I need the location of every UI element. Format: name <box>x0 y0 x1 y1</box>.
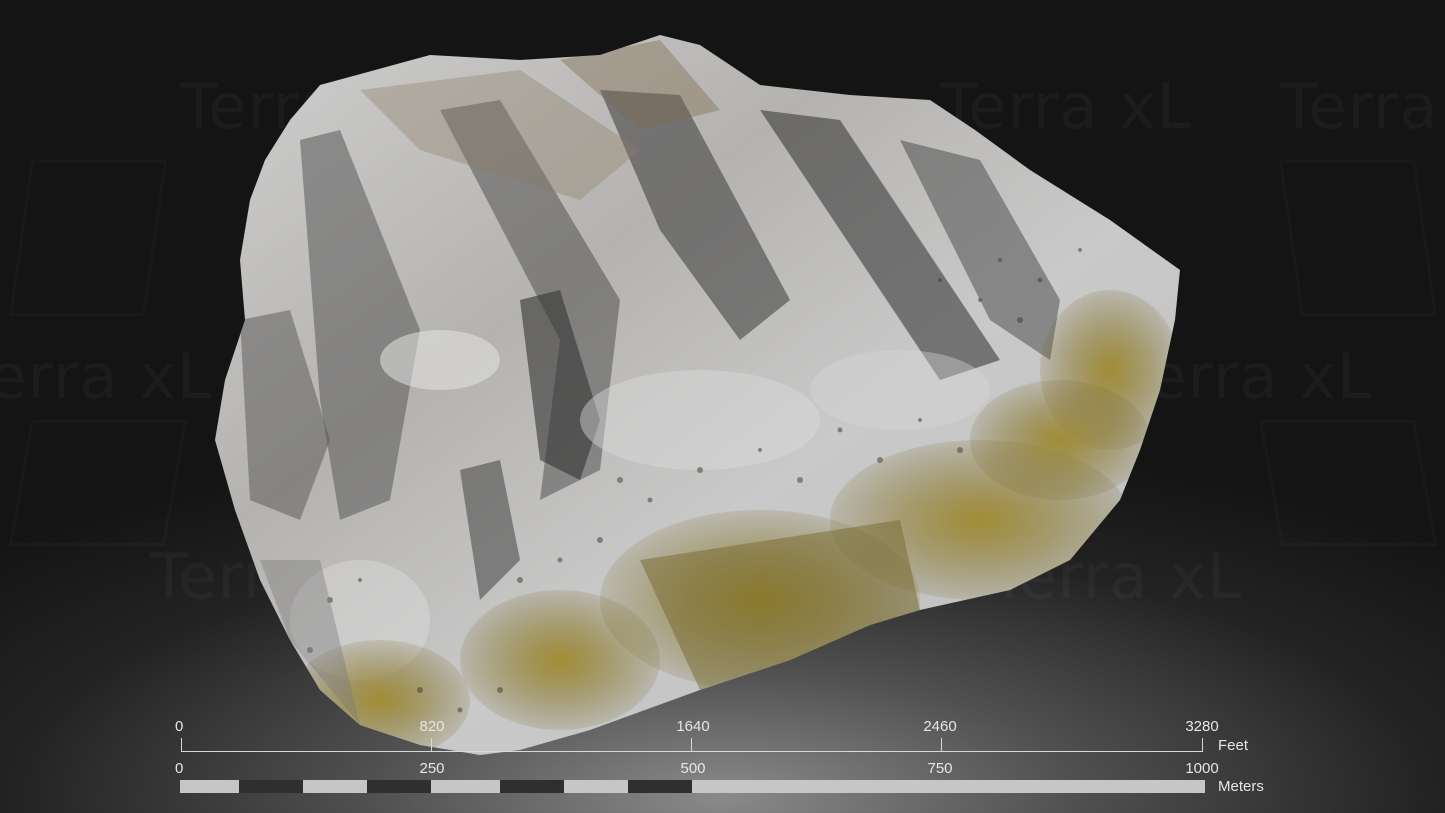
meters-bar-segment-dark <box>628 780 692 793</box>
meters-bar-segment-light <box>303 780 367 793</box>
feet-tick <box>181 738 182 752</box>
feet-tick-label: 1640 <box>676 718 710 735</box>
meters-tick-label: 750 <box>927 760 953 777</box>
terrain-model-render <box>215 35 1180 755</box>
meters-tick-label: 250 <box>419 760 445 777</box>
meters-bar-segment-dark <box>500 780 564 793</box>
feet-tick <box>1202 738 1203 752</box>
meters-tick-label: 500 <box>680 760 706 777</box>
feet-unit-label: Feet <box>1218 737 1249 754</box>
feet-tick <box>691 738 692 752</box>
feet-scale-line <box>181 751 1203 752</box>
feet-tick-label: 3280 <box>1185 718 1219 735</box>
feet-tick-label: 2460 <box>923 718 957 735</box>
meters-unit-label: Meters <box>1218 778 1264 795</box>
meters-scale-bar <box>180 780 1205 793</box>
meters-tick-label: 1000 <box>1185 760 1219 777</box>
meters-tick-label: 0 <box>175 760 184 777</box>
feet-tick <box>431 738 432 752</box>
meters-bar-segment-dark <box>367 780 431 793</box>
feet-tick-label: 820 <box>419 718 445 735</box>
meters-bar-segment-light <box>692 780 1205 793</box>
meters-bar-segment-dark <box>239 780 303 793</box>
meters-bar-segment-light <box>564 780 628 793</box>
meters-bar-segment-light <box>180 780 239 793</box>
feet-tick <box>941 738 942 752</box>
meters-bar-segment-light <box>431 780 500 793</box>
feet-tick-label: 0 <box>175 718 184 735</box>
